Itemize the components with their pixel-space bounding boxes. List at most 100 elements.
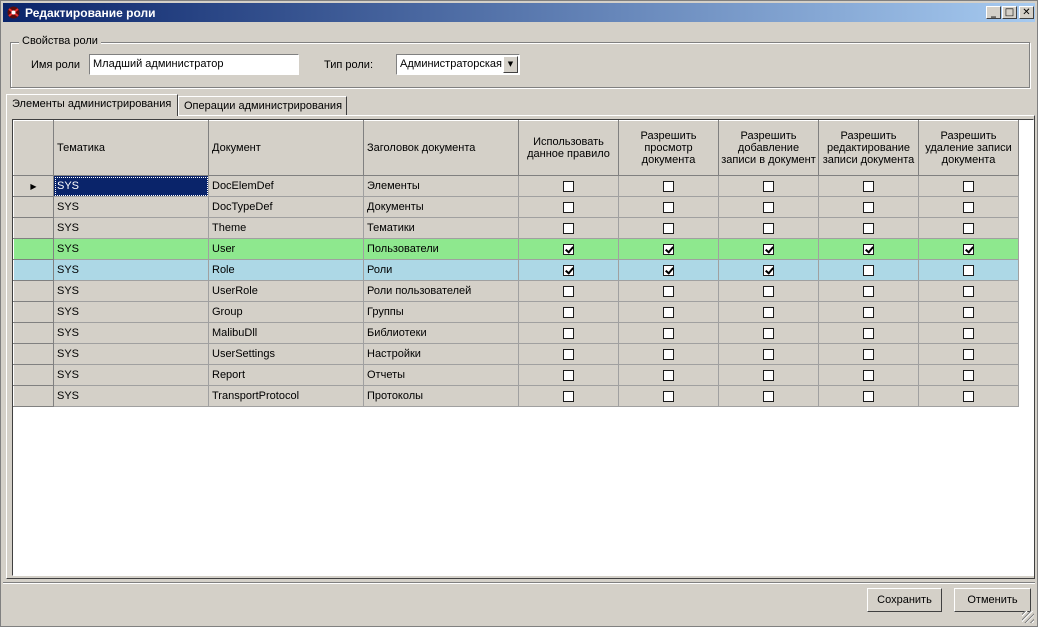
- cell-allow-delete[interactable]: [918, 322, 1019, 344]
- cell-use-rule[interactable]: [518, 364, 619, 386]
- cell-document[interactable]: User: [208, 238, 364, 260]
- cell-theme[interactable]: SYS: [53, 385, 209, 407]
- tab-admin-elements[interactable]: Элементы администрирования: [6, 94, 178, 116]
- allow-edit-checkbox[interactable]: [863, 390, 874, 402]
- allow-view-checkbox[interactable]: [663, 285, 674, 297]
- cell-allow-edit[interactable]: [818, 259, 919, 281]
- allow-delete-checkbox[interactable]: [963, 222, 974, 234]
- cell-use-rule[interactable]: [518, 343, 619, 365]
- column-header-use-rule[interactable]: Использовать данное правило: [518, 120, 619, 176]
- cell-theme[interactable]: SYS: [53, 301, 209, 323]
- cell-allow-add[interactable]: [718, 280, 819, 302]
- allow-delete-checkbox[interactable]: [963, 306, 974, 318]
- tab-admin-operations[interactable]: Операции администрирования: [178, 96, 347, 115]
- cell-allow-delete[interactable]: [918, 196, 1019, 218]
- cell-document[interactable]: DocElemDef: [208, 175, 364, 197]
- use-rule-checkbox[interactable]: [563, 180, 574, 192]
- cell-doc-title[interactable]: Настройки: [363, 343, 519, 365]
- title-bar[interactable]: Редактирование роли _ □ ✕: [3, 3, 1035, 22]
- allow-add-checkbox[interactable]: [763, 369, 774, 381]
- allow-edit-checkbox[interactable]: [863, 201, 874, 213]
- cell-allow-add[interactable]: [718, 364, 819, 386]
- table-row[interactable]: SYS MalibuDll Библиотеки: [13, 322, 1019, 344]
- row-header[interactable]: [13, 196, 54, 218]
- cell-allow-delete[interactable]: [918, 385, 1019, 407]
- cell-allow-add[interactable]: [718, 322, 819, 344]
- cell-allow-edit[interactable]: [818, 343, 919, 365]
- row-header[interactable]: ▶: [13, 175, 54, 197]
- row-header[interactable]: [13, 238, 54, 260]
- cancel-button[interactable]: Отменить: [954, 588, 1031, 612]
- cell-doc-title[interactable]: Протоколы: [363, 385, 519, 407]
- allow-delete-checkbox[interactable]: [963, 180, 974, 192]
- cell-allow-edit[interactable]: [818, 217, 919, 239]
- cell-allow-edit[interactable]: [818, 238, 919, 260]
- column-header-doc-title[interactable]: Заголовок документа: [363, 120, 519, 176]
- cell-allow-view[interactable]: [618, 343, 719, 365]
- cell-allow-edit[interactable]: [818, 280, 919, 302]
- column-header-allow-add[interactable]: Разрешить добавление записи в документ: [718, 120, 819, 176]
- cell-doc-title[interactable]: Отчеты: [363, 364, 519, 386]
- use-rule-checkbox[interactable]: [563, 369, 574, 381]
- allow-delete-checkbox[interactable]: [963, 264, 974, 276]
- cell-use-rule[interactable]: [518, 217, 619, 239]
- allow-edit-checkbox[interactable]: [863, 285, 874, 297]
- cell-allow-edit[interactable]: [818, 322, 919, 344]
- cell-document[interactable]: UserRole: [208, 280, 364, 302]
- allow-view-checkbox[interactable]: [663, 243, 674, 255]
- column-header-theme[interactable]: Тематика: [53, 120, 209, 176]
- allow-delete-checkbox[interactable]: [963, 390, 974, 402]
- cell-doc-title[interactable]: Документы: [363, 196, 519, 218]
- table-row[interactable]: SYS User Пользователи: [13, 238, 1019, 260]
- cell-allow-delete[interactable]: [918, 238, 1019, 260]
- cell-allow-add[interactable]: [718, 301, 819, 323]
- table-row[interactable]: SYS Theme Тематики: [13, 217, 1019, 239]
- row-header[interactable]: [13, 385, 54, 407]
- use-rule-checkbox[interactable]: [563, 264, 574, 276]
- cell-doc-title[interactable]: Роли пользователей: [363, 280, 519, 302]
- cell-theme[interactable]: SYS: [53, 238, 209, 260]
- allow-edit-checkbox[interactable]: [863, 306, 874, 318]
- role-name-input[interactable]: Младший администратор: [89, 54, 299, 75]
- column-header-allow-edit[interactable]: Разрешить редактирование записи документ…: [818, 120, 919, 176]
- cell-use-rule[interactable]: [518, 322, 619, 344]
- cell-allow-view[interactable]: [618, 196, 719, 218]
- allow-delete-checkbox[interactable]: [963, 348, 974, 360]
- cell-allow-add[interactable]: [718, 343, 819, 365]
- table-row[interactable]: SYS Role Роли: [13, 259, 1019, 281]
- table-row[interactable]: SYS UserRole Роли пользователей: [13, 280, 1019, 302]
- allow-edit-checkbox[interactable]: [863, 180, 874, 192]
- allow-add-checkbox[interactable]: [763, 306, 774, 318]
- allow-add-checkbox[interactable]: [763, 390, 774, 402]
- table-row[interactable]: ▶ SYS DocElemDef Элементы: [13, 175, 1019, 197]
- cell-allow-view[interactable]: [618, 175, 719, 197]
- cell-allow-edit[interactable]: [818, 385, 919, 407]
- cell-use-rule[interactable]: [518, 385, 619, 407]
- allow-view-checkbox[interactable]: [663, 264, 674, 276]
- cell-theme[interactable]: SYS: [53, 364, 209, 386]
- allow-edit-checkbox[interactable]: [863, 327, 874, 339]
- cell-allow-delete[interactable]: [918, 301, 1019, 323]
- allow-delete-checkbox[interactable]: [963, 327, 974, 339]
- cell-allow-add[interactable]: [718, 217, 819, 239]
- table-row[interactable]: SYS Group Группы: [13, 301, 1019, 323]
- cell-allow-add[interactable]: [718, 385, 819, 407]
- row-header[interactable]: [13, 364, 54, 386]
- cell-doc-title[interactable]: Пользователи: [363, 238, 519, 260]
- allow-edit-checkbox[interactable]: [863, 222, 874, 234]
- allow-view-checkbox[interactable]: [663, 222, 674, 234]
- allow-view-checkbox[interactable]: [663, 327, 674, 339]
- cell-allow-delete[interactable]: [918, 343, 1019, 365]
- row-header[interactable]: [13, 259, 54, 281]
- allow-add-checkbox[interactable]: [763, 348, 774, 360]
- allow-edit-checkbox[interactable]: [863, 369, 874, 381]
- use-rule-checkbox[interactable]: [563, 306, 574, 318]
- row-header[interactable]: [13, 301, 54, 323]
- cell-allow-view[interactable]: [618, 217, 719, 239]
- allow-edit-checkbox[interactable]: [863, 348, 874, 360]
- column-header-allow-view[interactable]: Разрешить просмотр документа: [618, 120, 719, 176]
- table-row[interactable]: SYS TransportProtocol Протоколы: [13, 385, 1019, 407]
- allow-view-checkbox[interactable]: [663, 201, 674, 213]
- allow-add-checkbox[interactable]: [763, 201, 774, 213]
- cell-allow-add[interactable]: [718, 196, 819, 218]
